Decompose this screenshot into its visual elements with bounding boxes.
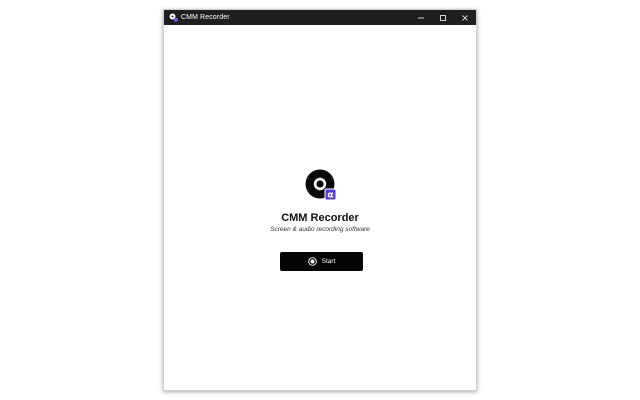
start-button-label: Start xyxy=(321,258,336,265)
minimize-icon xyxy=(418,17,424,18)
window-title: CMM Recorder xyxy=(181,14,230,21)
app-window: CMM Recorder α CMM Recorder Screen & aud… xyxy=(163,9,477,391)
close-icon xyxy=(462,14,468,21)
close-button[interactable] xyxy=(454,10,476,25)
app-logo-icon: α xyxy=(305,169,337,201)
start-button[interactable]: Start xyxy=(280,252,363,271)
app-name-heading: CMM Recorder xyxy=(281,212,359,224)
main-content: α CMM Recorder Screen & audio recording … xyxy=(164,25,476,390)
logo-badge: α xyxy=(327,191,333,201)
maximize-button[interactable] xyxy=(432,10,454,25)
minimize-button[interactable] xyxy=(410,10,432,25)
desktop: CMM Recorder α CMM Recorder Screen & aud… xyxy=(0,0,640,400)
title-bar[interactable]: CMM Recorder xyxy=(164,10,476,25)
window-controls xyxy=(410,10,476,25)
app-title-icon xyxy=(168,13,178,23)
record-icon xyxy=(307,257,317,266)
maximize-icon xyxy=(440,14,446,21)
app-subtitle: Screen & audio recording software xyxy=(270,226,370,233)
